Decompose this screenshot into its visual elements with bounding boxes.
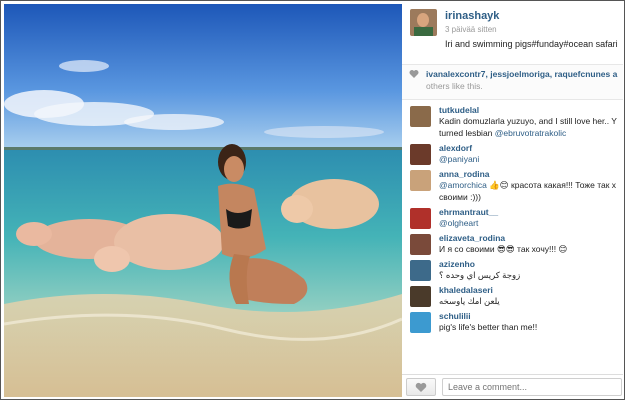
- comment-item: schulilii pig's life's better than me!!: [402, 307, 623, 333]
- screenshot-frame: irinashayk 3 päivää sitten Iri and swimm…: [0, 0, 625, 400]
- comment-username[interactable]: alexdorf: [439, 143, 623, 153]
- comment-username[interactable]: khaledalaseri: [439, 285, 623, 295]
- comment-item: anna_rodina @amorchica 👍😊 красота какая!…: [402, 165, 623, 203]
- post-photo[interactable]: [4, 4, 402, 397]
- comment-mention[interactable]: @olgheart: [439, 218, 478, 228]
- comment-mention[interactable]: @paniyani: [439, 154, 479, 164]
- comment-username[interactable]: elizaveta_rodina: [439, 233, 623, 243]
- comment-username[interactable]: ehrmantraut__: [439, 207, 623, 217]
- comment-mention[interactable]: @amorchica: [439, 180, 487, 190]
- comment-text: زوجة كريس اي وحده ؟: [439, 270, 521, 280]
- comment-item: tutkudelal Kadin domuzlarla yuzuyo, and …: [402, 101, 623, 139]
- comment-username[interactable]: azizenho: [439, 259, 623, 269]
- owner-username[interactable]: irinashayk: [445, 10, 499, 22]
- comment-item: khaledalaseri يلعن امك ياوسخه: [402, 281, 623, 307]
- comment-username[interactable]: schulilii: [439, 311, 623, 321]
- post-caption: Iri and swimming pigs#funday#ocean safar…: [445, 39, 618, 49]
- commenter-avatar[interactable]: [410, 312, 431, 333]
- like-button[interactable]: [406, 378, 436, 396]
- comment-input[interactable]: [442, 378, 622, 396]
- likers-list[interactable]: ivanalexcontr7, jessjoelmoriga, raquefcn…: [426, 69, 617, 79]
- post-sidebar: irinashayk 3 päivää sitten Iri and swimm…: [402, 4, 623, 397]
- commenter-avatar[interactable]: [410, 170, 431, 191]
- commenter-avatar[interactable]: [410, 208, 431, 229]
- post-timestamp: 3 päivää sitten: [445, 25, 497, 34]
- comment-text: pig's life's better than me!!: [439, 322, 538, 332]
- comment-composer: [402, 374, 623, 397]
- comment-item: ehrmantraut__ @olgheart: [402, 203, 623, 229]
- comment-username[interactable]: anna_rodina: [439, 169, 623, 179]
- comment-item: elizaveta_rodina И я со своими 😎😎 так хо…: [402, 229, 623, 255]
- likes-tail: others like this.: [426, 81, 483, 91]
- comment-username[interactable]: tutkudelal: [439, 105, 623, 115]
- comment-mention[interactable]: @ebruvotratrakolic: [495, 128, 566, 138]
- commenter-avatar[interactable]: [410, 286, 431, 307]
- owner-avatar[interactable]: [410, 9, 437, 36]
- comments-list[interactable]: tutkudelal Kadin domuzlarla yuzuyo, and …: [402, 101, 623, 374]
- commenter-avatar[interactable]: [410, 144, 431, 165]
- likes-section: ivanalexcontr7, jessjoelmoriga, raquefcn…: [402, 64, 623, 100]
- commenter-avatar[interactable]: [410, 260, 431, 281]
- heart-icon: [409, 70, 419, 78]
- comment-item: alexdorf @paniyani: [402, 139, 623, 165]
- comment-text: И я со своими 😎😎 так хочу!!! 😊: [439, 244, 568, 254]
- heart-icon: [415, 382, 427, 392]
- beach-photo: [4, 4, 402, 397]
- commenter-avatar[interactable]: [410, 234, 431, 255]
- commenter-avatar[interactable]: [410, 106, 431, 127]
- post-header: irinashayk 3 päivää sitten Iri and swimm…: [402, 4, 623, 60]
- comment-text: يلعن امك ياوسخه: [439, 296, 500, 306]
- comment-item: azizenho زوجة كريس اي وحده ؟: [402, 255, 623, 281]
